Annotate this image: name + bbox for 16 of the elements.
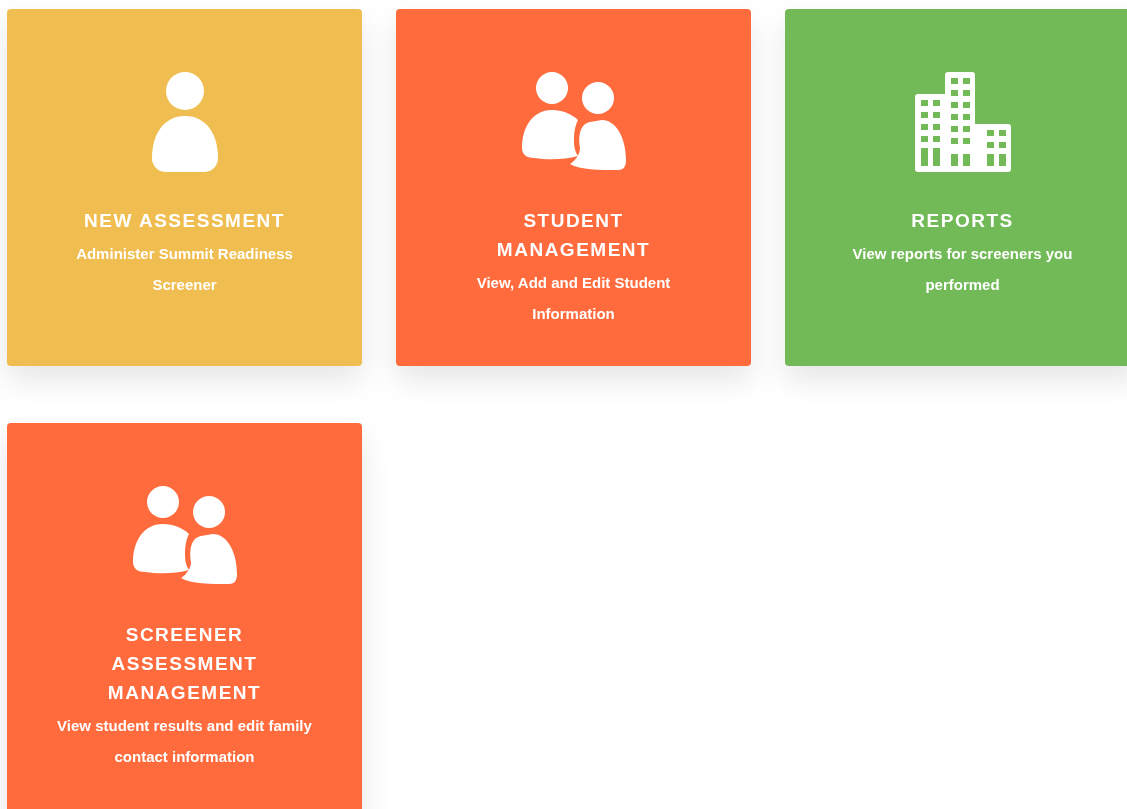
card-title: SCREENER ASSESSMENT MANAGEMENT (106, 623, 263, 705)
menu-card[interactable]: REPORTS View reports for screeners you performed (785, 9, 1127, 366)
card-description: View reports for screeners you performed (851, 244, 1074, 295)
card-description: View student results and edit family contact information (56, 716, 313, 767)
card-title: STUDENT MANAGEMENT (495, 209, 652, 262)
menu-card[interactable]: SCREENER ASSESSMENT MANAGEMENT View student results and edit family contact information (7, 423, 362, 809)
card-title: REPORTS (910, 209, 1015, 233)
card-description: Administer Summit Readiness Screener (75, 244, 294, 295)
people-icon (132, 486, 237, 586)
people-icon (521, 72, 626, 172)
building-icon (914, 72, 1011, 172)
card-title: NEW ASSESSMENT (83, 209, 286, 233)
menu-card[interactable]: STUDENT MANAGEMENT View, Add and Edit Student Information (396, 9, 751, 366)
menu-card[interactable]: NEW ASSESSMENT Administer Summit Readiness Screener (7, 9, 362, 366)
person-icon (151, 72, 218, 172)
card-description: View, Add and Edit Student Information (475, 273, 672, 324)
